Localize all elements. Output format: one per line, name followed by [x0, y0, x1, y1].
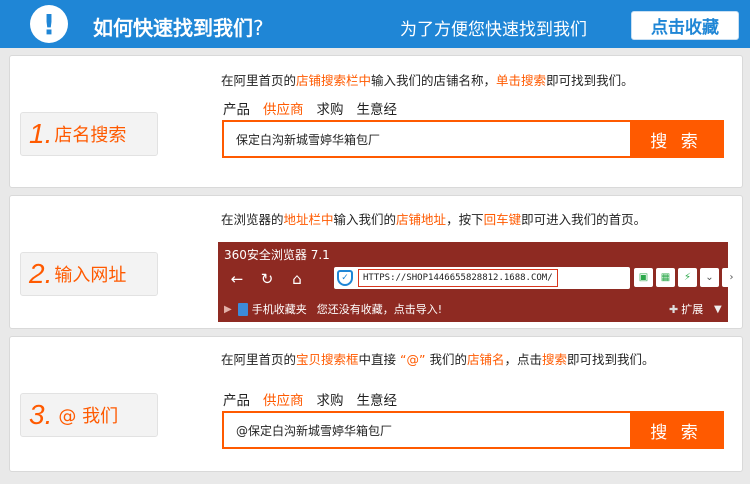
favorites-bar: ▶ 手机收藏夹 您还没有收藏，点击导入! ✚ 扩展 ▼	[218, 298, 728, 320]
step-number: 3.	[29, 399, 53, 430]
exclamation-icon: !	[30, 5, 68, 43]
step-label: 店名搜索	[54, 125, 127, 146]
tab-buying[interactable]: 求购	[317, 98, 344, 118]
instr-text: 中直接	[358, 352, 401, 367]
page-title: 如何快速找到我们?	[93, 12, 264, 41]
instr-highlight: 单击搜索	[496, 73, 547, 88]
step-card-3: 3. @ 我们 在阿里首页的宝贝搜索框中直接 “@” 我们的店铺名，点击搜索即可…	[9, 336, 743, 472]
lightning-icon[interactable]: ⚡	[678, 268, 697, 287]
back-arrow-icon[interactable]: ←	[226, 268, 248, 290]
step-card-2: 2. 输入网址 在浏览器的地址栏中输入我们的店铺地址，按下回车键即可进入我们的首…	[9, 195, 743, 329]
header-bar: ! 如何快速找到我们? 为了方便您快速找到我们 点击收藏	[0, 0, 750, 48]
step-badge-3: 3. @ 我们	[20, 393, 158, 437]
instr-highlight: 店铺名	[466, 352, 505, 367]
favorites-label[interactable]: 手机收藏夹	[252, 301, 307, 317]
instr-highlight: 地址栏中	[283, 212, 334, 227]
grip-icon: ▶	[224, 303, 232, 315]
tab-suppliers[interactable]: 供应商	[263, 98, 304, 118]
tab-business[interactable]: 生意经	[357, 389, 398, 409]
step-label: 输入网址	[54, 265, 127, 286]
tab-suppliers[interactable]: 供应商	[263, 389, 304, 409]
browser-tools: ▣ ▦ ⚡ ⌄ ›	[634, 268, 741, 287]
step-label: @ 我们	[58, 406, 119, 427]
search-button[interactable]: 搜 索	[630, 122, 722, 156]
instr-highlight: 宝贝搜索框	[296, 352, 359, 367]
step-badge-2: 2. 输入网址	[20, 252, 158, 296]
tab-products[interactable]: 产品	[223, 98, 250, 118]
tab-products[interactable]: 产品	[223, 389, 250, 409]
instr-text: 即可进入我们的首页。	[521, 212, 647, 227]
instr-text: ，点击	[504, 352, 542, 367]
tab-buying[interactable]: 求购	[317, 389, 344, 409]
header-subtitle: 为了方便您快速找到我们	[400, 20, 587, 40]
search-input[interactable]: 保定白沟新城雪婷华箱包厂	[224, 122, 630, 156]
instr-text: ，按下	[446, 212, 484, 227]
search-input[interactable]: @保定白沟新城雪婷华箱包厂	[224, 413, 630, 447]
instr-text: 在阿里首页的	[221, 352, 297, 367]
search-box: 保定白沟新城雪婷华箱包厂 搜 索	[222, 120, 724, 158]
tab-business[interactable]: 生意经	[357, 98, 398, 118]
step-number: 1.	[29, 118, 53, 149]
screen-icon[interactable]: ▣	[634, 268, 653, 287]
chevron-down-icon[interactable]: ⌄	[700, 268, 719, 287]
instr-highlight: 店铺地址	[396, 212, 447, 227]
step-instruction: 在阿里首页的宝贝搜索框中直接 “@” 我们的店铺名，点击搜索即可找到我们。	[221, 349, 655, 368]
instr-text: 即可找到我们。	[567, 352, 655, 367]
page-title-suffix: ?	[253, 16, 264, 40]
search-box: @保定白沟新城雪婷华箱包厂 搜 索	[222, 411, 724, 449]
browser-title: 360安全浏览器 7.1	[224, 248, 330, 262]
instr-text: 在阿里首页的	[221, 73, 297, 88]
search-button[interactable]: 搜 索	[630, 413, 722, 447]
qr-icon[interactable]: ▦	[656, 268, 675, 287]
page-title-text: 如何快速找到我们	[93, 16, 253, 40]
home-icon[interactable]: ⌂	[286, 268, 308, 290]
favorites-hint[interactable]: 您还没有收藏，点击导入!	[317, 301, 442, 317]
instr-highlight: “@”	[400, 352, 426, 367]
address-text[interactable]: HTTPS://SHOP1446655828812.1688.COM/	[358, 269, 558, 287]
step-number: 2.	[29, 258, 53, 289]
browser-mockup: 360安全浏览器 7.1 ← ↻ ⌂ ✓ HTTPS://SHOP1446655…	[218, 242, 741, 322]
step-badge-1: 1. 店名搜索	[20, 112, 158, 156]
dropdown-icon[interactable]: ▼	[714, 304, 722, 315]
search-tabs: 产品 供应商 求购 生意经	[223, 389, 397, 409]
step-instruction: 在浏览器的地址栏中输入我们的店铺地址，按下回车键即可进入我们的首页。	[221, 209, 646, 228]
favorite-button[interactable]: 点击收藏	[631, 11, 739, 40]
instr-highlight: 搜索	[541, 352, 567, 367]
puzzle-icon: ✚	[669, 302, 679, 316]
instr-text: 输入我们的	[333, 212, 397, 227]
chevron-right-icon[interactable]: ›	[722, 268, 741, 287]
reload-icon[interactable]: ↻	[256, 268, 278, 290]
expand-button[interactable]: ✚ 扩展	[669, 301, 703, 317]
step-instruction: 在阿里首页的店铺搜索栏中输入我们的店铺名称，单击搜索即可找到我们。	[221, 70, 634, 89]
instr-highlight: 回车键	[483, 212, 522, 227]
step-card-1: 1. 店名搜索 在阿里首页的店铺搜索栏中输入我们的店铺名称，单击搜索即可找到我们…	[9, 55, 743, 188]
shield-icon: ✓	[337, 270, 353, 286]
instr-highlight: 店铺搜索栏中	[296, 73, 372, 88]
instr-text: 输入我们的店铺名称，	[371, 73, 497, 88]
phone-icon	[237, 302, 248, 316]
instr-text: 我们的	[425, 352, 467, 367]
browser-nav: ← ↻ ⌂ ✓ HTTPS://SHOP1446655828812.1688.C…	[218, 264, 741, 294]
expand-label: 扩展	[681, 303, 704, 316]
instr-text: 即可找到我们。	[546, 73, 634, 88]
search-tabs: 产品 供应商 求购 生意经	[223, 98, 397, 118]
instr-text: 在浏览器的	[221, 212, 284, 227]
address-bar[interactable]: ✓ HTTPS://SHOP1446655828812.1688.COM/	[334, 267, 630, 289]
